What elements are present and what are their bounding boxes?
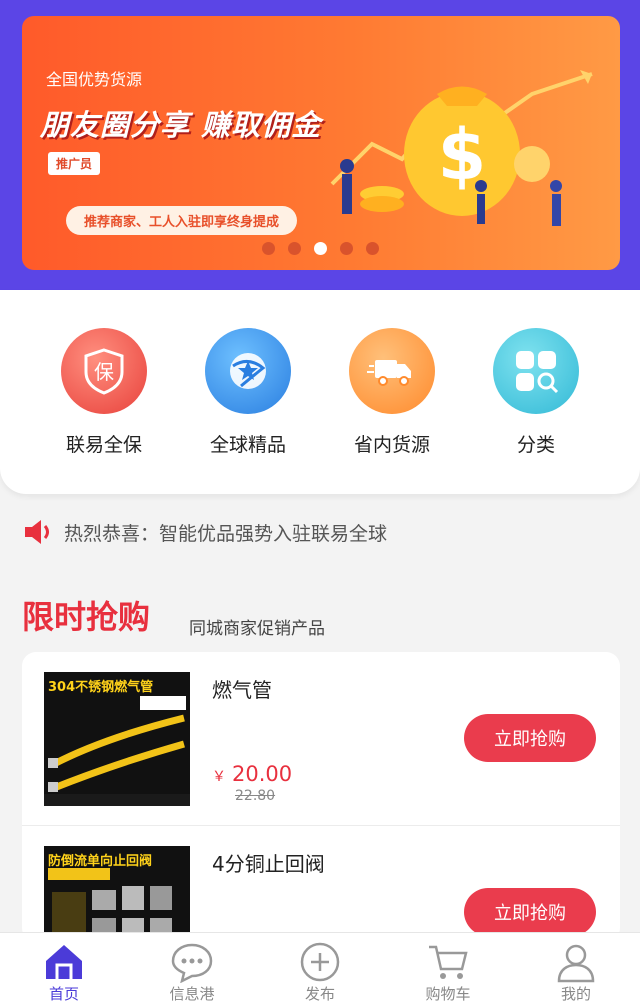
grid-search-icon: [493, 328, 579, 414]
flash-sale-subtitle: 同城商家促销产品: [189, 619, 325, 639]
banner-dot[interactable]: [262, 242, 275, 255]
price-value: 20.00: [232, 762, 293, 786]
product-card[interactable]: 防倒流单向止回阀 4分铜止回阀 立即抢购: [22, 825, 620, 942]
flash-sale-title: 限时抢购: [22, 598, 151, 636]
category-label: 联易全保: [65, 434, 142, 456]
tab-label: 首页: [48, 985, 79, 1003]
user-icon: [557, 944, 595, 983]
tab-label: 信息港: [169, 985, 215, 1003]
banner-dot-active[interactable]: [314, 242, 327, 255]
plus-circle-icon: [300, 942, 340, 982]
svg-text:保: 保: [94, 360, 114, 384]
tab-mine[interactable]: 我的: [512, 933, 640, 1008]
original-price: 22.80: [235, 788, 276, 804]
cart-icon: [429, 945, 468, 979]
tab-home[interactable]: 首页: [0, 933, 128, 1008]
banner-pagination[interactable]: [262, 242, 379, 255]
tab-label: 购物车: [425, 985, 471, 1003]
tab-info-port[interactable]: 信息港: [128, 933, 256, 1008]
banner-dot[interactable]: [288, 242, 301, 255]
banner-pill: 推荐商家、工人入驻即享终身提成: [66, 206, 298, 235]
banner-dot[interactable]: [340, 242, 353, 255]
category-lianyi-quanbao[interactable]: 保 联易全保: [34, 328, 174, 457]
buy-now-button[interactable]: 立即抢购: [464, 888, 596, 936]
category-label: 分类: [516, 434, 555, 456]
shield-bao-icon: 保: [61, 328, 147, 414]
top-header-background: 全国优势货源 朋友圈分享 赚取佣金 推广员 推荐商家、工人入驻即享终身提成 $: [0, 0, 640, 290]
tab-label: 发布: [304, 985, 335, 1003]
speaker-icon: [25, 520, 49, 544]
currency-symbol: ￥: [212, 769, 226, 785]
product-name[interactable]: 燃气管: [212, 674, 272, 703]
product-image-check-valve[interactable]: 防倒流单向止回阀: [44, 846, 190, 942]
tab-publish[interactable]: 发布: [256, 933, 384, 1008]
product-card[interactable]: 304不锈钢燃气管 燃气管 ￥ 20.00 22.80 立即抢购: [22, 652, 620, 824]
gas-pipe-illustration: [44, 696, 190, 806]
category-provincial-goods[interactable]: 省内货源: [322, 328, 462, 457]
category-label: 全球精品: [209, 434, 286, 456]
valve-illustration: [48, 868, 172, 942]
announcement-bar[interactable]: 热烈恭喜：智能优品强势入驻联易全球: [22, 516, 387, 548]
product-price: ￥ 20.00: [212, 762, 292, 786]
home-icon: [46, 945, 82, 979]
tab-cart[interactable]: 购物车: [384, 933, 512, 1008]
chat-bubble-icon: [171, 943, 213, 983]
banner-headline: 朋友圈分享 赚取佣金: [40, 108, 322, 142]
category-classification[interactable]: 分类: [466, 328, 606, 457]
truck-icon: [349, 328, 435, 414]
product-name[interactable]: 4分铜止回阀: [212, 848, 325, 877]
banner-dot[interactable]: [366, 242, 379, 255]
product-image-gas-pipe[interactable]: 304不锈钢燃气管: [44, 672, 190, 806]
tab-label: 我的: [560, 985, 591, 1003]
category-shortcuts: 保 联易全保 全球精品 省内货源 分类: [0, 290, 640, 494]
banner-badge: 推广员: [48, 152, 101, 175]
category-global-selection[interactable]: 全球精品: [178, 328, 318, 457]
banner-tagline: 全国优势货源: [46, 70, 143, 89]
money-bag-illustration: $: [330, 70, 593, 226]
globe-star-icon: [205, 328, 291, 414]
buy-now-button[interactable]: 立即抢购: [464, 714, 596, 762]
bottom-tab-bar: 首页 信息港 发布 购物车 我的: [0, 932, 640, 1008]
product-list: 304不锈钢燃气管 燃气管 ￥ 20.00 22.80 立即抢购 防倒流单向止回阀: [22, 652, 620, 942]
announcement-text: 热烈恭喜：智能优品强势入驻联易全球: [64, 522, 388, 545]
category-label: 省内货源: [353, 434, 430, 456]
promo-banner[interactable]: 全国优势货源 朋友圈分享 赚取佣金 推广员 推荐商家、工人入驻即享终身提成 $: [22, 16, 620, 270]
